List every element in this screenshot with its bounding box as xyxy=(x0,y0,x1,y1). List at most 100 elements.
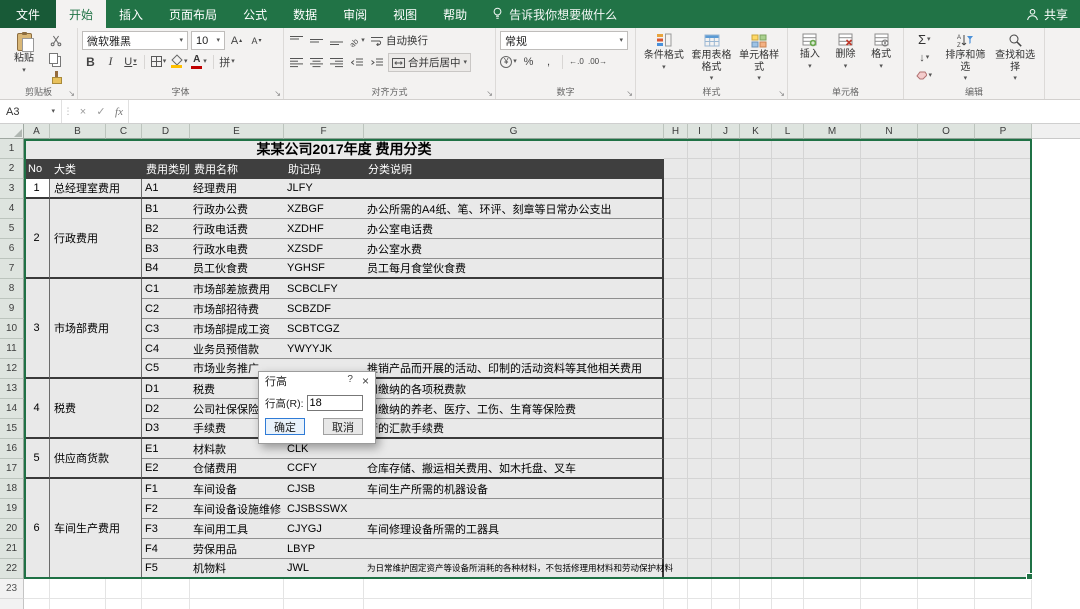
cell-g5[interactable]: 办公室电话费 xyxy=(364,219,664,239)
cell-e17[interactable]: 仓储费用 xyxy=(190,459,284,479)
percent-style-button[interactable]: % xyxy=(520,53,537,70)
row-height-input[interactable] xyxy=(307,395,363,411)
cell-p12[interactable] xyxy=(975,359,1032,379)
cell-o4[interactable] xyxy=(918,199,975,219)
cell-k23[interactable] xyxy=(740,579,772,599)
cell-d10[interactable]: C3 xyxy=(142,319,190,339)
cell-o9[interactable] xyxy=(918,299,975,319)
row-header-7[interactable]: 7 xyxy=(0,259,24,279)
cell-m6[interactable] xyxy=(804,239,861,259)
cell-a13[interactable]: 4 xyxy=(24,379,50,439)
cell-o23[interactable] xyxy=(918,579,975,599)
cell-k9[interactable] xyxy=(740,299,772,319)
cell-e21[interactable]: 劳保用品 xyxy=(190,539,284,559)
cell-n17[interactable] xyxy=(861,459,918,479)
orientation-button[interactable]: ab▾ xyxy=(348,32,365,49)
cell-h15[interactable] xyxy=(664,419,688,439)
row-header-19[interactable]: 19 xyxy=(0,499,24,519)
cell-p13[interactable] xyxy=(975,379,1032,399)
column-header-j[interactable]: J xyxy=(712,124,740,139)
fill-handle[interactable] xyxy=(1026,573,1033,580)
font-size-combo[interactable]: 10▾ xyxy=(191,31,225,50)
cell-l19[interactable] xyxy=(772,499,804,519)
cell-g10[interactable] xyxy=(364,319,664,339)
cell-i24[interactable] xyxy=(688,599,712,609)
cell-i16[interactable] xyxy=(688,439,712,459)
cell-g11[interactable] xyxy=(364,339,664,359)
cell-e5[interactable]: 行政电话费 xyxy=(190,219,284,239)
cell-m3[interactable] xyxy=(804,179,861,199)
cell-l20[interactable] xyxy=(772,519,804,539)
cell-n8[interactable] xyxy=(861,279,918,299)
cell-p14[interactable] xyxy=(975,399,1032,419)
cell-e8[interactable]: 市场部差旅费用 xyxy=(190,279,284,299)
sort-filter-button[interactable]: AZ 排序和筛选▾ xyxy=(940,31,990,86)
cell-m7[interactable] xyxy=(804,259,861,279)
cell-e18[interactable]: 车间设备 xyxy=(190,479,284,499)
ribbon-tab-home[interactable]: 开始 xyxy=(56,0,106,28)
cell-o14[interactable] xyxy=(918,399,975,419)
cell-p18[interactable] xyxy=(975,479,1032,499)
cell-e10[interactable]: 市场部提成工资 xyxy=(190,319,284,339)
cell-n5[interactable] xyxy=(861,219,918,239)
column-header-h[interactable]: H xyxy=(664,124,688,139)
cell-o1[interactable] xyxy=(918,139,975,159)
cell-n22[interactable] xyxy=(861,559,918,579)
cell-l23[interactable] xyxy=(772,579,804,599)
cell-l24[interactable] xyxy=(772,599,804,609)
cell-b3[interactable]: 总经理室费用 xyxy=(50,179,142,199)
cell-m9[interactable] xyxy=(804,299,861,319)
cell-d17[interactable]: E2 xyxy=(142,459,190,479)
cell-f19[interactable]: CJSBSSWX xyxy=(284,499,364,519)
cell-l18[interactable] xyxy=(772,479,804,499)
cell-j4[interactable] xyxy=(712,199,740,219)
cell-k3[interactable] xyxy=(740,179,772,199)
cell-h13[interactable] xyxy=(664,379,688,399)
cell-d16[interactable]: E1 xyxy=(142,439,190,459)
cell-h1[interactable] xyxy=(664,139,688,159)
cell-n21[interactable] xyxy=(861,539,918,559)
cell-k11[interactable] xyxy=(740,339,772,359)
cell-p7[interactable] xyxy=(975,259,1032,279)
cell-p10[interactable] xyxy=(975,319,1032,339)
cell-h10[interactable] xyxy=(664,319,688,339)
column-header-n[interactable]: N xyxy=(861,124,918,139)
ribbon-tab-data[interactable]: 数据 xyxy=(280,0,330,28)
column-header-d[interactable]: D xyxy=(142,124,190,139)
wrap-text-button[interactable]: 自动换行 xyxy=(368,31,431,50)
cell-i3[interactable] xyxy=(688,179,712,199)
cell-p19[interactable] xyxy=(975,499,1032,519)
cell-h7[interactable] xyxy=(664,259,688,279)
cell-g24[interactable] xyxy=(364,599,664,609)
cell-j6[interactable] xyxy=(712,239,740,259)
cell-m2[interactable] xyxy=(804,159,861,179)
cell-m5[interactable] xyxy=(804,219,861,239)
cell-n4[interactable] xyxy=(861,199,918,219)
cell-i21[interactable] xyxy=(688,539,712,559)
cell-g7[interactable]: 员工每月食堂伙食费 xyxy=(364,259,664,279)
font-name-combo[interactable]: 微软雅黑▾ xyxy=(82,31,188,50)
cell-m22[interactable] xyxy=(804,559,861,579)
ok-button[interactable]: 确定 xyxy=(265,418,305,435)
cell-i6[interactable] xyxy=(688,239,712,259)
cell-k13[interactable] xyxy=(740,379,772,399)
cell-m19[interactable] xyxy=(804,499,861,519)
cell-b16[interactable]: 供应商货款 xyxy=(50,439,142,479)
cell-o22[interactable] xyxy=(918,559,975,579)
dialog-help-icon[interactable]: ? xyxy=(347,374,353,388)
cell-n3[interactable] xyxy=(861,179,918,199)
cell-j5[interactable] xyxy=(712,219,740,239)
align-left-button[interactable] xyxy=(288,54,305,71)
cell-n6[interactable] xyxy=(861,239,918,259)
cell-g3[interactable] xyxy=(364,179,664,199)
row-header-12[interactable]: 12 xyxy=(0,359,24,379)
cell-m14[interactable] xyxy=(804,399,861,419)
cell-n10[interactable] xyxy=(861,319,918,339)
row-header-17[interactable]: 17 xyxy=(0,459,24,479)
dialog-close-icon[interactable]: × xyxy=(362,374,369,388)
name-box-splitter[interactable]: ⋮ xyxy=(62,100,74,123)
cell-d22[interactable]: F5 xyxy=(142,559,190,579)
cell-p11[interactable] xyxy=(975,339,1032,359)
column-header-o[interactable]: O xyxy=(918,124,975,139)
cell-p22[interactable] xyxy=(975,559,1032,579)
